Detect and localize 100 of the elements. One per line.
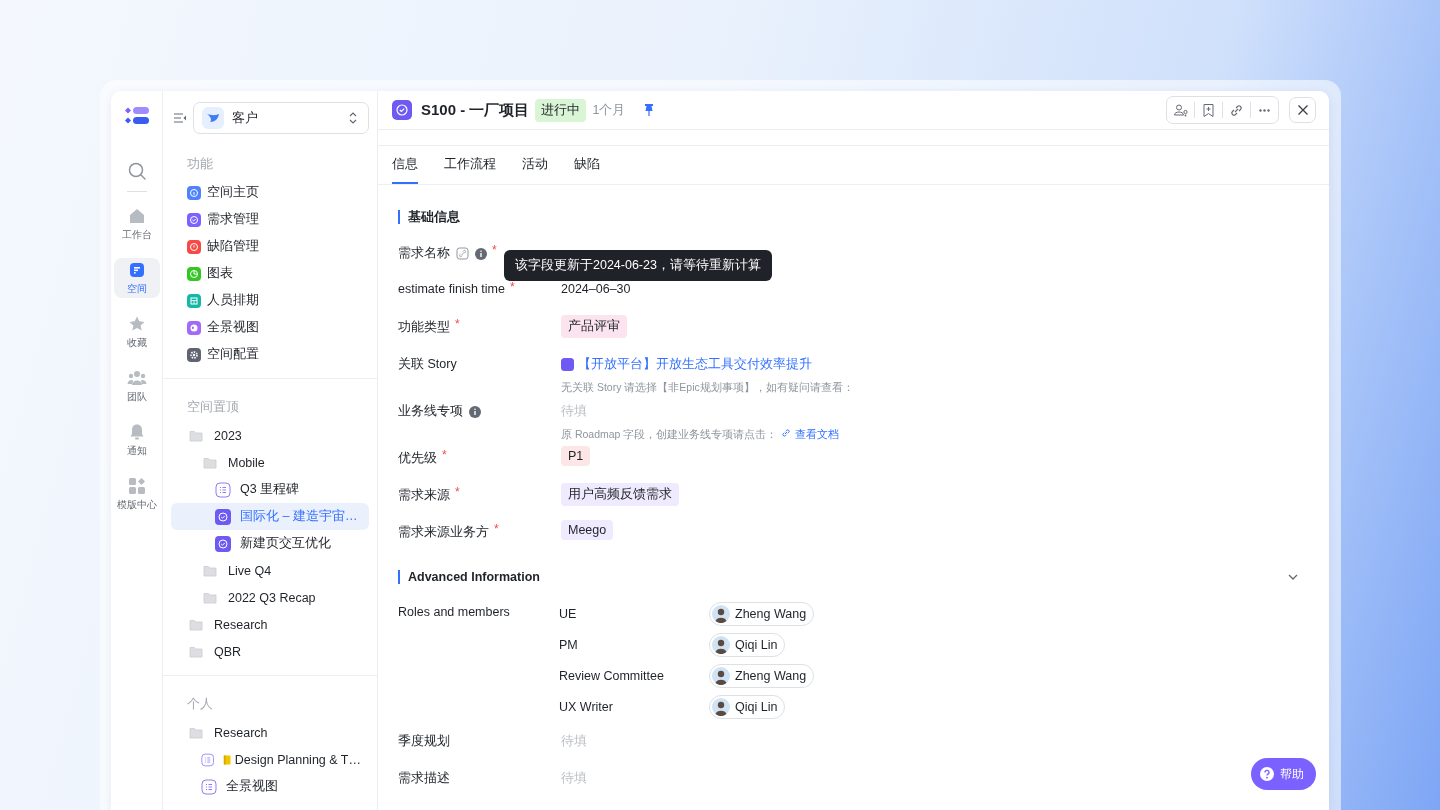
list-icon xyxy=(201,778,217,795)
tree-item[interactable]: QBR xyxy=(171,638,369,665)
placeholder-text: 待填 xyxy=(561,733,587,750)
field-label: 业务线专项 xyxy=(398,403,463,420)
folder-icon xyxy=(189,618,203,631)
menu-item[interactable]: 空间配置 xyxy=(171,341,369,368)
tree-item[interactable]: Live Q4 xyxy=(171,557,369,584)
people-icon xyxy=(126,368,147,387)
field-label: 需求名称 xyxy=(398,245,450,262)
required-mark: * xyxy=(494,522,499,536)
required-mark: * xyxy=(455,317,460,331)
nav-item[interactable]: 模版中心 xyxy=(113,474,160,514)
section-title: Advanced Information xyxy=(408,570,540,584)
help-button[interactable]: 帮助 xyxy=(1251,758,1316,790)
chevron-updown-icon xyxy=(348,111,358,125)
link-icon xyxy=(781,428,792,438)
tab[interactable]: 缺陷 xyxy=(574,146,600,184)
menu-item[interactable]: 图表 xyxy=(171,260,369,287)
field-label: 优先级 xyxy=(398,450,437,467)
field-label: 功能类型 xyxy=(398,319,450,336)
role-name: Review Committee xyxy=(559,667,665,685)
nav-label: 模版中心 xyxy=(116,497,157,512)
collapse-icon xyxy=(173,112,187,124)
home-icon xyxy=(127,206,146,225)
nav-item[interactable]: 空间 xyxy=(113,258,160,298)
tree-item[interactable]: Mobile xyxy=(171,449,369,476)
close-icon xyxy=(1296,104,1309,116)
doc-link[interactable]: 查看文档 xyxy=(781,428,840,442)
tree-item[interactable]: 新建页交互优化 xyxy=(171,530,369,557)
hint-text: 无关联 Story 请选择【非Epic规划事项】，如有疑问请查看： xyxy=(561,381,854,395)
nav-item[interactable]: 工作台 xyxy=(113,204,160,244)
avatar-icon xyxy=(712,666,730,685)
tab[interactable]: 信息 xyxy=(392,146,418,184)
field-label: 需求描述 xyxy=(398,770,450,787)
field-label: estimate finish time xyxy=(398,282,505,296)
nav-item[interactable]: 收藏 xyxy=(113,312,160,352)
menu-item[interactable]: 缺陷管理 xyxy=(171,233,369,260)
list-icon xyxy=(201,751,215,768)
folder-icon xyxy=(189,429,203,442)
menu-item[interactable]: 空间主页 xyxy=(171,179,369,206)
placeholder-text: 待填 xyxy=(561,770,587,787)
more-icon xyxy=(1259,108,1270,112)
field-label: Roles and members xyxy=(398,605,510,619)
menu-item[interactable]: 需求管理 xyxy=(171,206,369,233)
app-logo-icon xyxy=(123,105,150,127)
field-label: 季度规划 xyxy=(398,733,450,750)
value-tag: 用户高频反馈需求 xyxy=(561,483,679,506)
tooltip: 该字段更新于2024-06-23，请等待重新计算 xyxy=(504,250,772,281)
tree-item[interactable]: Design Planning & T… xyxy=(171,746,369,773)
menu-item[interactable]: 人员排期 xyxy=(171,287,369,314)
avatar-icon xyxy=(712,635,730,654)
bell-icon xyxy=(127,422,146,441)
section-title: 基础信息 xyxy=(408,208,460,226)
tree-item[interactable]: 国际化 – 建造宇宙… xyxy=(171,503,369,530)
avatar-icon xyxy=(712,604,730,623)
square-icon xyxy=(561,358,574,371)
tree-item[interactable]: 2023 xyxy=(171,422,369,449)
status-tag: 进行中 xyxy=(535,98,587,122)
nav-item[interactable]: 团队 xyxy=(113,366,160,406)
required-mark: * xyxy=(510,280,515,294)
tree-item[interactable]: Research xyxy=(171,719,369,746)
role-name: PM xyxy=(559,636,579,654)
folder-icon xyxy=(203,456,217,469)
space-switcher[interactable]: 客户 xyxy=(193,102,369,134)
story-link[interactable]: 【开放平台】开放生态工具交付效率提升 xyxy=(561,355,854,373)
tab[interactable]: 工作流程 xyxy=(444,146,496,184)
folder-icon xyxy=(203,591,217,604)
field-value: 2024–06–30 xyxy=(561,281,631,296)
age-text: 1个月 xyxy=(592,101,626,119)
folder-icon xyxy=(203,564,217,577)
role-name: UE xyxy=(559,605,578,623)
help-icon xyxy=(1260,767,1274,781)
folder-icon xyxy=(189,726,203,739)
nav-label: 工作台 xyxy=(121,227,152,242)
tree-item[interactable]: Q3 里程碑 xyxy=(171,476,369,503)
nav-label: 空间 xyxy=(126,281,147,296)
grid-icon xyxy=(127,476,146,495)
member-icon xyxy=(1173,102,1188,118)
section-heading: 空间置顶 xyxy=(186,399,240,416)
nav-item[interactable]: 通知 xyxy=(113,420,160,460)
field-label: 需求来源 xyxy=(398,487,450,504)
menu-item[interactable]: 全景视图 xyxy=(171,314,369,341)
avatar-icon xyxy=(712,697,730,716)
tab[interactable]: 活动 xyxy=(522,146,548,184)
required-mark: * xyxy=(492,243,497,257)
required-mark: * xyxy=(455,485,460,499)
section-heading: 个人 xyxy=(186,696,214,713)
close-button[interactable] xyxy=(1289,97,1316,123)
tree-item[interactable]: 全景视图 xyxy=(171,773,369,800)
folder-icon xyxy=(189,645,203,658)
item-title: S100 - 一厂项目 xyxy=(421,100,530,120)
bookmark-plus-icon xyxy=(1201,102,1216,118)
tree-item[interactable]: 2022 Q3 Recap xyxy=(171,584,369,611)
list-icon xyxy=(215,481,231,498)
link-icon xyxy=(1229,102,1244,118)
hint-text: 原 Roadmap 字段，创建业务线专项请点击： xyxy=(561,428,778,442)
value-tag: Meego xyxy=(561,520,614,540)
role-name: UX Writer xyxy=(559,698,614,716)
placeholder-text: 待填 xyxy=(561,403,588,420)
tree-item[interactable]: Research xyxy=(171,611,369,638)
